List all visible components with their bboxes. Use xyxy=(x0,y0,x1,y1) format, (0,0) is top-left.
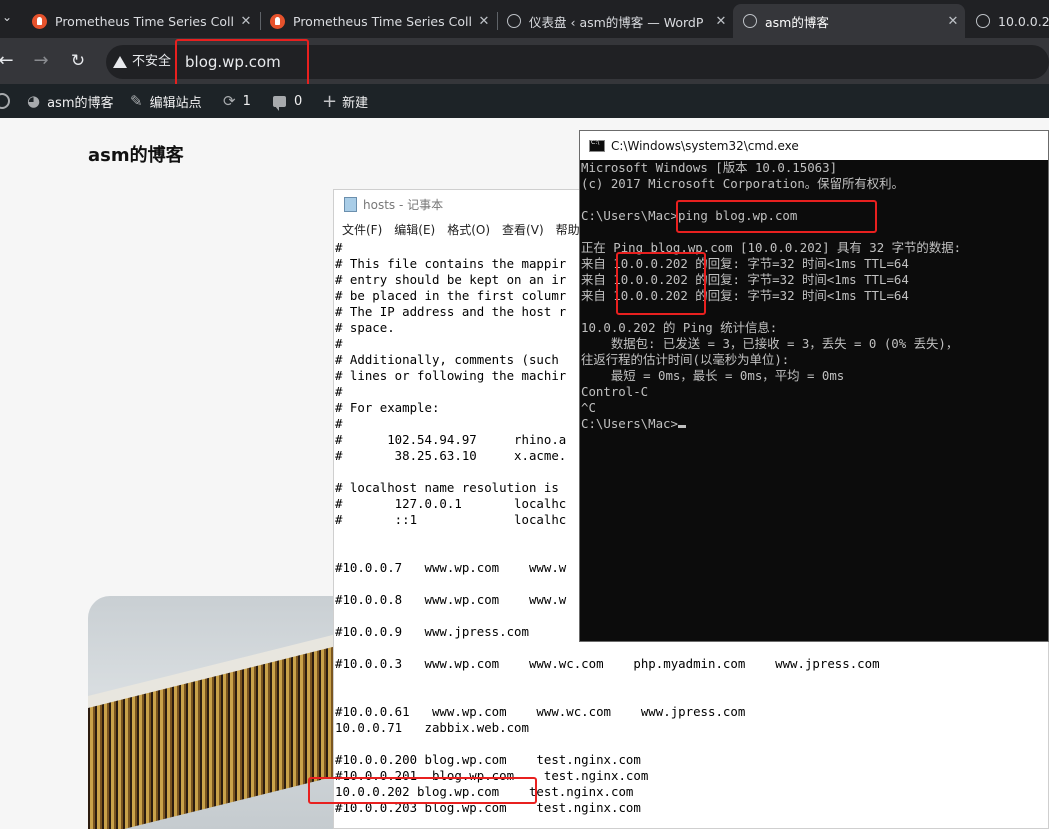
security-indicator[interactable]: 不安全 xyxy=(113,52,171,72)
tab-title: 仪表盘 ‹ asm的博客 — WordP xyxy=(529,14,704,30)
edit-site-label: 编辑站点 xyxy=(149,95,202,111)
hosts-line: # 127.0.0.1 localhc xyxy=(335,496,567,511)
menu-view[interactable]: 查看(V) xyxy=(502,221,544,238)
hosts-line: # The IP address and the host r xyxy=(335,304,567,319)
hosts-line: # lines or following the machir xyxy=(335,368,567,383)
featured-image xyxy=(88,596,338,829)
annotation-box-ping-command xyxy=(676,200,877,233)
updates-icon: ⟳ xyxy=(223,92,236,110)
admin-bar-edit-site[interactable]: ✎ 编辑站点 xyxy=(130,84,202,118)
tab-close-icon[interactable]: ✕ xyxy=(709,14,733,29)
hosts-line: # 102.54.94.97 rhino.a xyxy=(335,432,567,447)
hosts-line: # xyxy=(335,336,343,351)
console-line: Control-C xyxy=(581,384,649,399)
console-line: C:\Users\Mac> xyxy=(581,416,686,432)
forward-arrow-icon[interactable]: → xyxy=(29,49,53,73)
notepad-title: hosts - 记事本 xyxy=(363,197,444,212)
cmd-title-bar[interactable]: C:\Windows\system32\cmd.exe xyxy=(580,131,1048,160)
hosts-line: # xyxy=(335,240,343,255)
console-line: (c) 2017 Microsoft Corporation。保留所有权利。 xyxy=(581,176,904,191)
menu-format[interactable]: 格式(O) xyxy=(447,221,490,238)
browser-tab-strip: ⌄ Prometheus Time Series Coll ✕ Promethe… xyxy=(0,0,1049,38)
hosts-line: # localhost name resolution is xyxy=(335,480,559,495)
hosts-line: # This file contains the mappir xyxy=(335,256,567,271)
tab-close-icon[interactable]: ✕ xyxy=(234,14,258,29)
notepad-icon xyxy=(344,196,357,212)
comment-bubble-icon xyxy=(273,95,286,111)
console-line: 最短 = 0ms，最长 = 0ms，平均 = 0ms xyxy=(581,368,845,383)
hosts-line: # xyxy=(335,416,343,431)
hosts-line: # entry should be kept on an ir xyxy=(335,272,567,287)
hosts-line: 10.0.0.71 zabbix.web.com xyxy=(335,720,529,735)
hosts-line: # For example: xyxy=(335,400,440,415)
brush-icon: ✎ xyxy=(130,92,143,110)
prometheus-icon xyxy=(32,13,47,29)
tab-title: Prometheus Time Series Coll xyxy=(55,13,234,29)
admin-bar-new[interactable]: + 新建 xyxy=(322,84,368,118)
hosts-line: # ::1 localhc xyxy=(335,512,567,527)
hosts-line: #10.0.0.3 www.wp.com www.wc.com php.myad… xyxy=(335,656,880,671)
reload-icon[interactable]: ↻ xyxy=(66,49,90,73)
hosts-line: #10.0.0.61 www.wp.com www.wc.com www.jpr… xyxy=(335,704,746,719)
plus-icon: + xyxy=(322,90,338,112)
tab-close-icon[interactable]: ✕ xyxy=(941,14,965,29)
admin-bar-comments[interactable]: 0 xyxy=(273,84,302,118)
tab-prometheus-1[interactable]: Prometheus Time Series Coll ✕ xyxy=(22,4,258,38)
tab-asm-blog[interactable]: asm的博客 ✕ xyxy=(733,4,965,38)
tab-prometheus-2[interactable]: Prometheus Time Series Coll ✕ xyxy=(260,4,496,38)
wordpress-logo-icon[interactable] xyxy=(0,84,10,118)
globe-icon xyxy=(507,14,521,28)
cmd-title: C:\Windows\system32\cmd.exe xyxy=(611,138,799,153)
security-label: 不安全 xyxy=(132,54,172,69)
hosts-line: #10.0.0.9 www.jpress.com xyxy=(335,624,529,639)
tab-list-chevron-icon[interactable]: ⌄ xyxy=(0,10,14,24)
admin-bar-updates[interactable]: ⟳ 1 xyxy=(223,84,251,118)
tab-title: 10.0.0.20 xyxy=(998,13,1049,29)
new-label: 新建 xyxy=(342,95,369,111)
site-title[interactable]: asm的博客 xyxy=(88,141,184,167)
hosts-line: #10.0.0.7 www.wp.com www.w xyxy=(335,560,567,575)
dashboard-gauge-icon: ◕ xyxy=(27,92,41,110)
console-icon xyxy=(589,139,605,152)
menu-file[interactable]: 文件(F) xyxy=(342,221,382,238)
console-line: 往返行程的估计时间(以毫秒为单位): xyxy=(581,352,790,367)
hosts-line: # be placed in the first columr xyxy=(335,288,567,303)
console-line: 10.0.0.202 的 Ping 统计信息: xyxy=(581,320,778,335)
admin-bar-site-name[interactable]: ◕ asm的博客 xyxy=(27,84,114,118)
hosts-line: # space. xyxy=(335,320,395,335)
tab-title: Prometheus Time Series Coll xyxy=(293,13,472,29)
prometheus-icon xyxy=(270,13,285,29)
tab-title: asm的博客 xyxy=(765,14,829,30)
annotation-box-hosts-entry xyxy=(308,777,537,804)
menu-edit[interactable]: 编辑(E) xyxy=(394,221,435,238)
console-line: Microsoft Windows [版本 10.0.15063] xyxy=(581,160,838,175)
tab-ip-address[interactable]: 10.0.0.20 xyxy=(966,4,1049,38)
console-line: 数据包: 已发送 = 3，已接收 = 3，丢失 = 0 (0% 丢失)， xyxy=(581,336,959,351)
wp-admin-bar: ◕ asm的博客 ✎ 编辑站点 ⟳ 1 0 + 新建 xyxy=(0,84,1049,118)
hosts-line: # 38.25.63.10 x.acme. xyxy=(335,448,567,463)
back-arrow-icon[interactable]: ← xyxy=(0,49,18,73)
updates-count: 1 xyxy=(242,93,251,109)
text-cursor xyxy=(677,425,686,428)
console-line: ^C xyxy=(581,400,596,415)
hosts-line: # xyxy=(335,384,343,399)
tab-close-icon[interactable]: ✕ xyxy=(472,14,496,29)
warning-icon xyxy=(113,56,127,68)
annotation-box-reply-ips xyxy=(616,252,706,315)
tab-wp-dashboard[interactable]: 仪表盘 ‹ asm的博客 — WordP ✕ xyxy=(497,4,733,38)
globe-icon xyxy=(976,14,990,28)
hosts-line: #10.0.0.8 www.wp.com www.w xyxy=(335,592,567,607)
hosts-line: # Additionally, comments (such xyxy=(335,352,559,367)
globe-icon xyxy=(743,14,757,28)
comments-count: 0 xyxy=(294,93,303,109)
site-name-label: asm的博客 xyxy=(47,95,114,111)
menu-help[interactable]: 帮助 xyxy=(556,221,580,238)
hosts-line: #10.0.0.200 blog.wp.com test.nginx.com xyxy=(335,752,641,767)
